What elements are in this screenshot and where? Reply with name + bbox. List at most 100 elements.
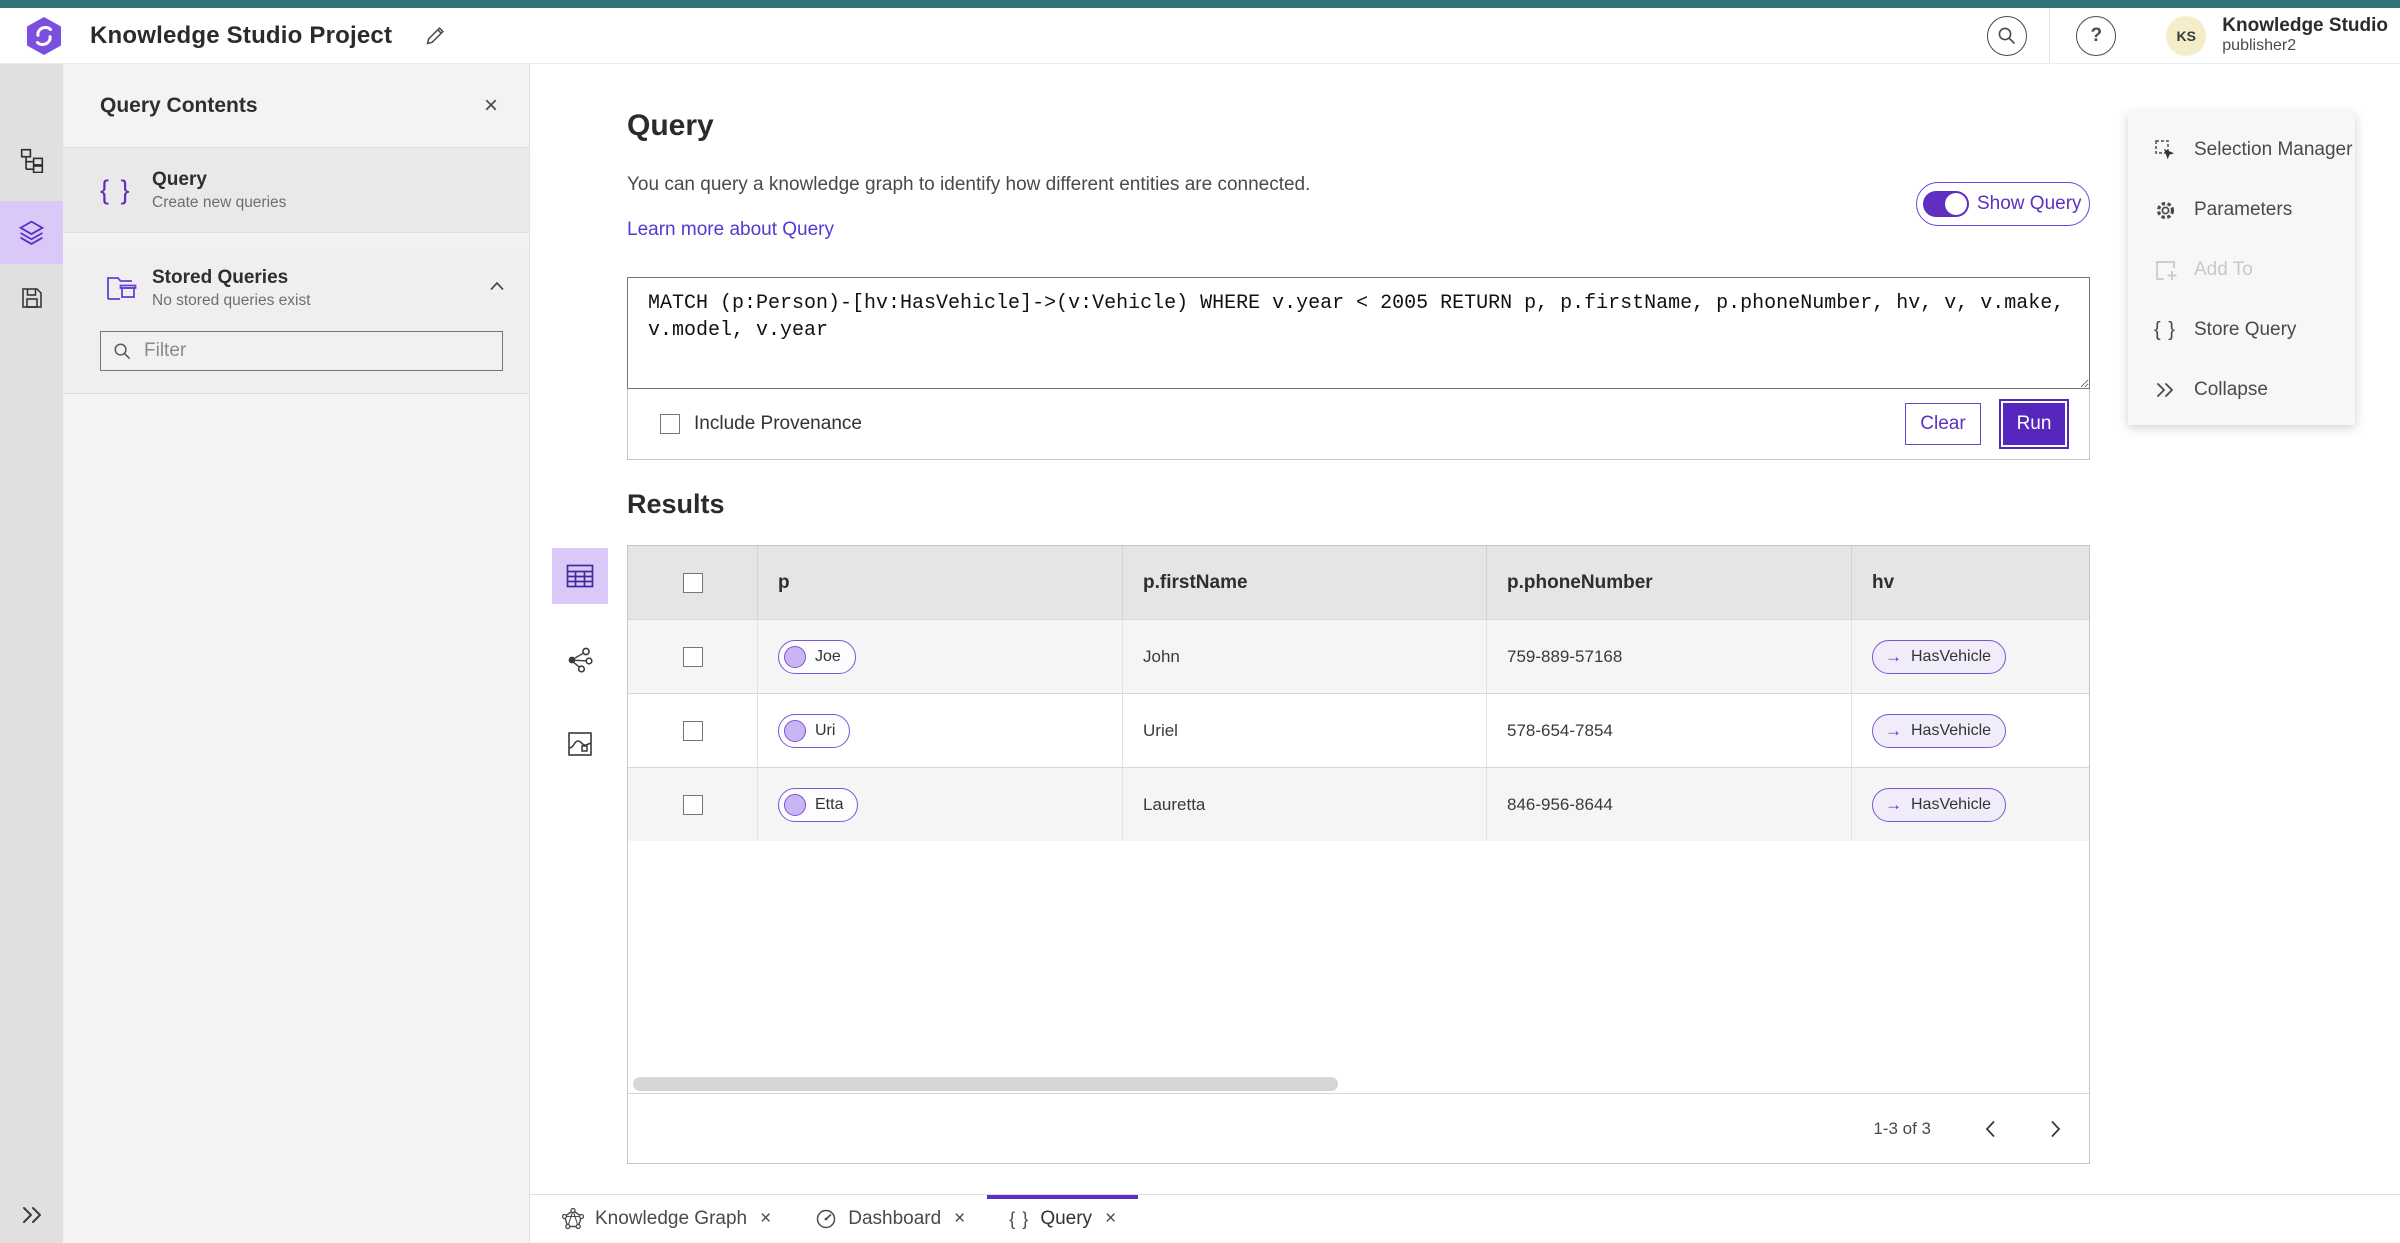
collapse-panel-button[interactable]: Collapse <box>2128 360 2355 420</box>
filter-field <box>100 331 503 371</box>
entity-node-icon <box>784 793 806 816</box>
save-icon <box>21 288 42 308</box>
tab-dashboard[interactable]: Dashboard × <box>793 1195 987 1243</box>
firstname-cell: John <box>1123 620 1487 693</box>
rail-item-data-model[interactable] <box>0 132 63 188</box>
tab-close-icon[interactable]: × <box>1105 1208 1116 1230</box>
relationship-pill[interactable]: → HasVehicle <box>1872 639 2007 674</box>
relationship-pill-label: HasVehicle <box>1911 795 1992 813</box>
query-contents-item-query[interactable]: { } Query Create new queries <box>63 148 529 233</box>
edit-title-button[interactable] <box>424 25 446 47</box>
stored-queries-item[interactable]: Stored Queries No stored queries exist <box>63 247 529 329</box>
parameters-label: Parameters <box>2194 199 2293 220</box>
header-right-cluster: ? KS Knowledge Studio publisher2 <box>1987 8 2400 63</box>
select-all-checkbox[interactable] <box>682 572 703 593</box>
relationship-cell: → HasVehicle <box>1852 768 2089 841</box>
square-plus-icon <box>2155 260 2176 280</box>
table-view-button[interactable] <box>552 548 608 604</box>
selection-manager-icon <box>2152 139 2178 162</box>
column-header-p[interactable]: p <box>758 546 1123 619</box>
include-provenance-checkbox[interactable] <box>660 414 680 434</box>
panel-title: Query Contents <box>100 93 258 117</box>
phonenumber-cell: 578-654-7854 <box>1487 694 1852 767</box>
firstname-cell: Uriel <box>1123 694 1487 767</box>
tab-close-icon[interactable]: × <box>954 1208 965 1230</box>
panel-close-button[interactable]: × <box>475 90 507 122</box>
column-header-phonenumber[interactable]: p.phoneNumber <box>1487 546 1852 619</box>
tab-close-icon[interactable]: × <box>760 1208 771 1230</box>
user-name: Knowledge Studio <box>2222 15 2388 37</box>
knowledge-graph-icon <box>562 1208 584 1230</box>
entity-pill[interactable]: Joe <box>778 639 856 674</box>
query-editor[interactable]: MATCH (p:Person)-[hv:HasVehicle]->(v:Veh… <box>627 277 2090 389</box>
chevron-left-icon <box>1985 1120 1995 1137</box>
double-chevron-right-icon <box>2157 383 2173 397</box>
braces-icon: { } <box>1009 1208 1030 1229</box>
entity-cell: Uri <box>758 694 1123 767</box>
store-query-label: Store Query <box>2194 319 2297 340</box>
previous-page-button[interactable] <box>1983 1119 1997 1139</box>
avatar-initials: KS <box>2176 27 2196 44</box>
run-button[interactable]: Run <box>2001 401 2067 447</box>
row-checkbox[interactable] <box>682 794 703 815</box>
tab-knowledge-graph[interactable]: Knowledge Graph × <box>540 1195 793 1243</box>
filter-input[interactable] <box>144 340 490 362</box>
toggle-switch-on <box>1923 191 1969 217</box>
include-provenance-label: Include Provenance <box>694 413 862 434</box>
row-checkbox[interactable] <box>682 720 703 741</box>
entity-pill[interactable]: Uri <box>778 713 851 748</box>
row-checkbox[interactable] <box>682 646 703 667</box>
graph-view-icon <box>568 647 593 673</box>
avatar[interactable]: KS <box>2166 15 2207 56</box>
relationship-cell: → HasVehicle <box>1852 620 2089 693</box>
column-header-firstname[interactable]: p.firstName <box>1123 546 1487 619</box>
rail-expand-button[interactable] <box>0 1205 63 1225</box>
learn-more-link[interactable]: Learn more about Query <box>627 219 834 241</box>
query-editor-container: MATCH (p:Person)-[hv:HasVehicle]->(v:Veh… <box>627 277 2090 460</box>
show-query-toggle[interactable]: Show Query <box>1916 182 2090 226</box>
search-button[interactable] <box>1987 15 2028 56</box>
relationship-pill[interactable]: → HasVehicle <box>1872 787 2007 822</box>
relationship-pill[interactable]: → HasVehicle <box>1872 713 2007 748</box>
entity-pill[interactable]: Etta <box>778 787 859 822</box>
collapse-label: Collapse <box>2194 379 2268 400</box>
parameters-button[interactable]: Parameters <box>2128 180 2355 240</box>
braces-icon: { } <box>2154 318 2176 341</box>
show-query-label: Show Query <box>1977 193 2082 214</box>
rail-item-contents[interactable] <box>0 201 63 264</box>
row-select-cell <box>628 694 758 767</box>
table-row: Uri Uriel 578-654-7854 → HasVehicle <box>628 693 2089 767</box>
entity-node-icon <box>784 645 806 668</box>
rail-item-saved[interactable] <box>0 270 63 326</box>
entity-cell: Etta <box>758 768 1123 841</box>
scrollbar-thumb[interactable] <box>633 1077 1338 1091</box>
selection-manager-button[interactable]: Selection Manager <box>2128 120 2355 180</box>
stored-queries-collapse-button[interactable] <box>489 279 505 294</box>
graph-view-button[interactable] <box>552 632 608 688</box>
entity-node-icon <box>784 719 806 742</box>
column-header-hv[interactable]: hv <box>1852 546 2089 619</box>
stored-queries-section: Stored Queries No stored queries exist <box>63 247 529 394</box>
add-to-button[interactable]: Add To <box>2128 240 2355 300</box>
header-divider <box>2049 8 2051 63</box>
next-page-button[interactable] <box>2049 1119 2063 1139</box>
stored-queries-subtitle: No stored queries exist <box>152 291 311 309</box>
map-view-button[interactable] <box>552 716 608 772</box>
user-role: publisher2 <box>2222 37 2297 55</box>
row-select-cell <box>628 620 758 693</box>
arrow-right-icon: → <box>1885 720 1902 740</box>
horizontal-scrollbar <box>628 1076 2089 1093</box>
phonenumber-cell: 846-956-8644 <box>1487 768 1852 841</box>
clear-button[interactable]: Clear <box>1905 403 1981 445</box>
firstname-cell: Lauretta <box>1123 768 1487 841</box>
tab-label: Query <box>1040 1208 1093 1229</box>
map-view-icon <box>568 732 592 756</box>
tab-query[interactable]: { } Query × <box>987 1195 1139 1243</box>
store-query-button[interactable]: { } Store Query <box>2128 300 2355 360</box>
gear-glyph <box>2156 201 2174 219</box>
select-all-cell <box>628 546 758 619</box>
phonenumber-cell: 759-889-57168 <box>1487 620 1852 693</box>
tab-label: Knowledge Graph <box>595 1208 748 1229</box>
help-button[interactable]: ? <box>2076 15 2117 56</box>
entity-cell: Joe <box>758 620 1123 693</box>
